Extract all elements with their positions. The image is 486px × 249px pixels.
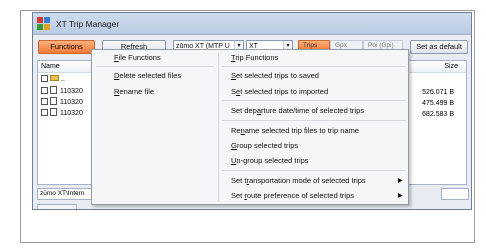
menu-item-rename-file[interactable]: Rename file: [114, 87, 154, 97]
file-size: 682.583 B: [422, 111, 454, 118]
row-checkbox[interactable]: [41, 87, 48, 94]
submenu-arrow-icon: ▶: [398, 178, 403, 184]
table-row[interactable]: 110320: [41, 108, 83, 118]
menu-item-group-trips[interactable]: Group selected trips: [231, 141, 298, 151]
functions-button[interactable]: Functions: [38, 40, 95, 54]
file-size: 475.499 B: [422, 100, 454, 107]
file-icon: [50, 86, 57, 94]
title-bar: XT Trip Manager: [33, 13, 471, 35]
column-header-size[interactable]: Size: [444, 61, 458, 73]
menu-item-route-preference[interactable]: Set route preference of selected trips: [231, 191, 354, 201]
menu-item-ungroup-trips[interactable]: Un-group selected trips: [231, 156, 309, 166]
row-checkbox[interactable]: [41, 98, 48, 105]
app-logo-icon: [37, 16, 51, 31]
file-icon: [50, 108, 57, 116]
menu-separator: [222, 100, 406, 101]
menu-item-trip-functions[interactable]: Trip Functions: [231, 53, 278, 63]
window-title: XT Trip Manager: [56, 18, 120, 29]
menu-separator: [222, 120, 406, 121]
submenu-arrow-icon: ▶: [398, 193, 403, 199]
file-size: 526.071 B: [422, 89, 454, 96]
bottom-tab[interactable]: [37, 204, 77, 209]
menu-item-delete-selected-files[interactable]: Delete selected files: [114, 71, 181, 81]
menu-item-set-departure[interactable]: Set departure date/time of selected trip…: [231, 106, 364, 116]
menu-column-divider: [218, 53, 219, 201]
file-name: 110320: [60, 88, 83, 95]
functions-context-menu: File Functions Delete selected files Ren…: [91, 49, 409, 205]
table-row[interactable]: 110320: [41, 97, 83, 107]
file-name: 110320: [60, 99, 83, 106]
column-header-name[interactable]: Name: [41, 61, 60, 73]
set-as-default-button[interactable]: Set as default: [410, 40, 468, 54]
menu-separator: [96, 66, 214, 67]
row-checkbox[interactable]: [41, 109, 48, 116]
table-row[interactable]: 110320: [41, 86, 83, 96]
parent-folder-row[interactable]: ..: [41, 75, 65, 85]
path-field[interactable]: zūmo XT\Intern: [37, 188, 99, 200]
path-field-right[interactable]: [441, 188, 469, 200]
menu-separator: [222, 66, 406, 67]
menu-item-rename-trip-files[interactable]: Rename selected trip files to trip name: [231, 126, 359, 136]
file-name: 110320: [60, 110, 83, 117]
folder-icon: [50, 75, 59, 81]
menu-item-transport-mode[interactable]: Set transportation mode of selected trip…: [231, 176, 366, 186]
menu-item-set-trips-saved[interactable]: Set selected trips to saved: [231, 71, 319, 81]
menu-item-file-functions[interactable]: File Functions: [114, 53, 161, 63]
parent-folder-label: ..: [61, 76, 65, 83]
menu-separator: [222, 170, 406, 171]
row-checkbox[interactable]: [41, 75, 48, 82]
file-icon: [50, 97, 57, 105]
menu-item-set-trips-imported[interactable]: Set selected trips to imported: [231, 87, 328, 97]
